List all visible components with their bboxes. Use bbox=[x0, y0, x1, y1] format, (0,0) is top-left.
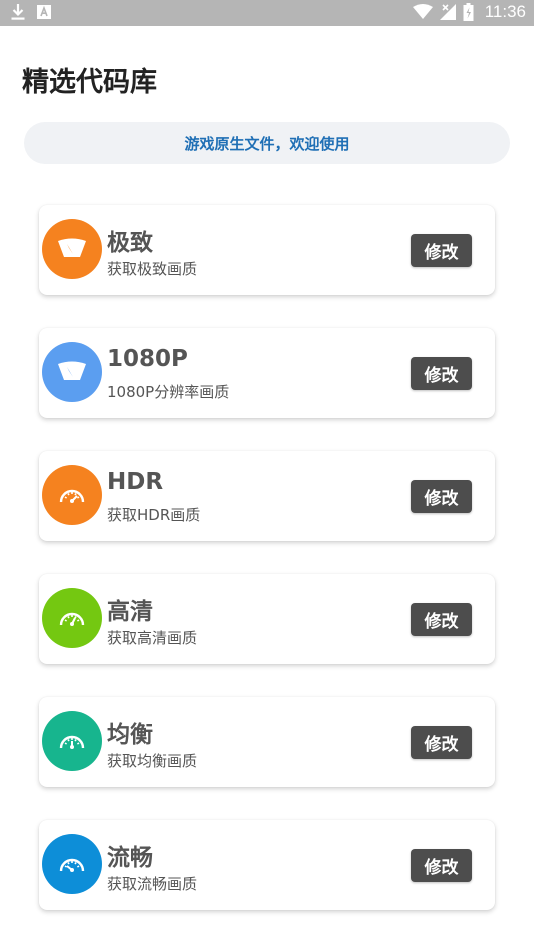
wifi-icon bbox=[412, 4, 433, 19]
card-subtitle: 获取极致画质 bbox=[107, 260, 198, 278]
status-bar: 11:36 bbox=[0, 0, 534, 26]
welcome-banner: 游戏原生文件，欢迎使用 bbox=[24, 122, 510, 164]
card-subtitle: 1080P分辨率画质 bbox=[107, 383, 230, 401]
card-title: 极致 bbox=[107, 230, 153, 256]
preset-card-hd: 高清 获取高清画质 修改 bbox=[39, 574, 495, 664]
card-subtitle: 获取高清画质 bbox=[107, 629, 198, 647]
status-time: 11:36 bbox=[484, 2, 526, 21]
card-subtitle: 获取HDR画质 bbox=[107, 506, 201, 524]
signal-icon bbox=[439, 4, 456, 20]
lightning-icon bbox=[58, 361, 86, 380]
preset-icon-circle bbox=[42, 588, 102, 648]
page-title: 精选代码库 bbox=[22, 67, 157, 98]
card-title: HDR bbox=[107, 469, 164, 495]
card-subtitle: 获取均衡画质 bbox=[107, 752, 198, 770]
preset-card-hdr: HDR 获取HDR画质 修改 bbox=[39, 451, 495, 541]
edit-button[interactable]: 修改 bbox=[411, 234, 472, 267]
status-bar-right: 11:36 bbox=[412, 2, 526, 22]
preset-card-extreme: 极致 获取极致画质 修改 bbox=[39, 205, 495, 295]
preset-icon-circle bbox=[42, 834, 102, 894]
edit-button[interactable]: 修改 bbox=[411, 849, 472, 882]
card-title: 1080P bbox=[107, 346, 188, 372]
preset-icon-circle bbox=[42, 219, 102, 279]
a-icon bbox=[37, 5, 51, 19]
card-subtitle: 获取流畅画质 bbox=[107, 875, 198, 893]
card-title: 流畅 bbox=[107, 845, 153, 871]
preset-icon-circle bbox=[42, 465, 102, 525]
banner-text: 游戏原生文件，欢迎使用 bbox=[184, 134, 350, 153]
preset-card-smooth: 流畅 获取流畅画质 修改 bbox=[39, 820, 495, 910]
card-title: 均衡 bbox=[107, 722, 153, 748]
gauge-icon bbox=[59, 612, 85, 626]
edit-button[interactable]: 修改 bbox=[411, 603, 472, 636]
status-bar-left bbox=[10, 3, 52, 21]
edit-button[interactable]: 修改 bbox=[411, 357, 472, 390]
gauge-icon bbox=[59, 858, 85, 872]
preset-card-balanced: 均衡 获取均衡画质 修改 bbox=[39, 697, 495, 787]
battery-icon bbox=[463, 3, 474, 21]
lightning-icon bbox=[58, 238, 86, 257]
gauge-icon bbox=[59, 735, 85, 749]
edit-button[interactable]: 修改 bbox=[411, 480, 472, 513]
download-icon bbox=[11, 4, 25, 20]
preset-card-1080p: 1080P 1080P分辨率画质 修改 bbox=[39, 328, 495, 418]
preset-icon-circle bbox=[42, 711, 102, 771]
card-title: 高清 bbox=[107, 599, 153, 625]
edit-button[interactable]: 修改 bbox=[411, 726, 472, 759]
preset-icon-circle bbox=[42, 342, 102, 402]
gauge-icon bbox=[59, 489, 85, 503]
